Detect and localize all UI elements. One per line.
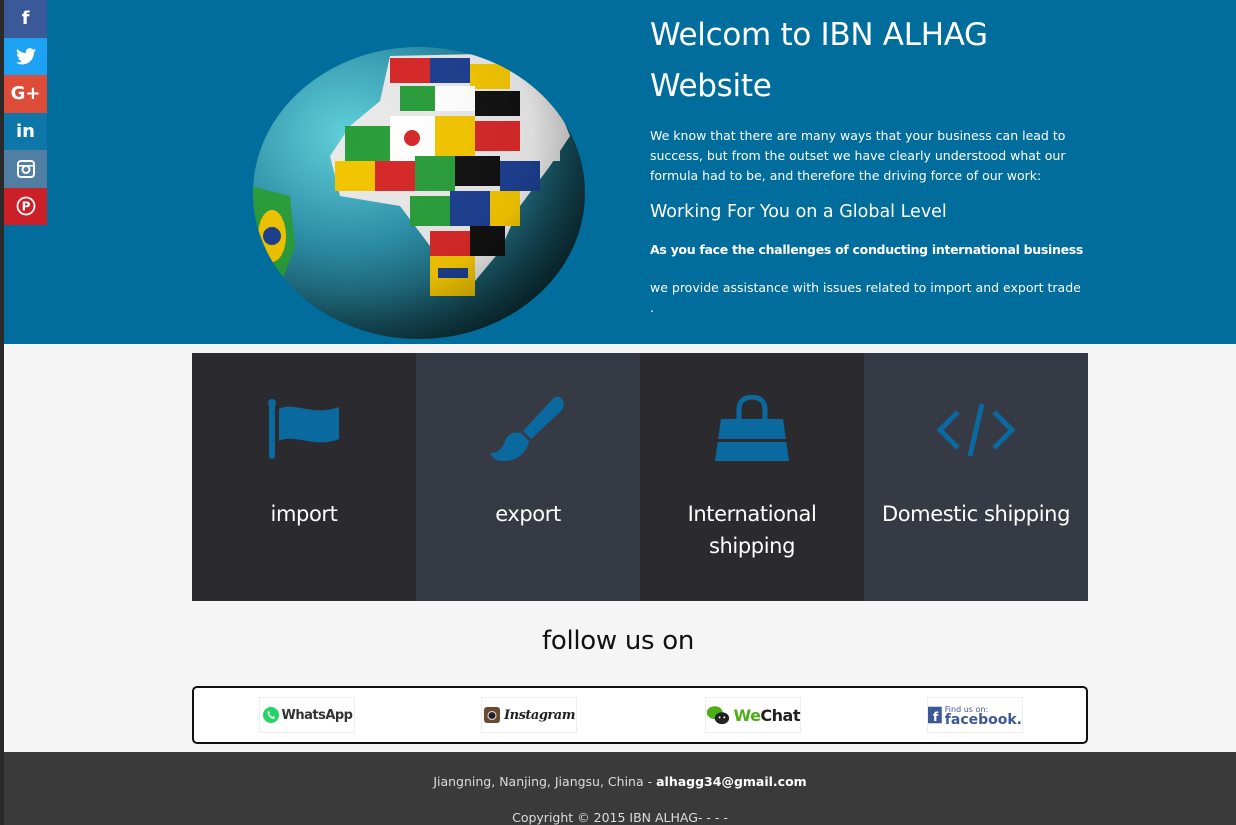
brush-icon — [491, 396, 564, 461]
service-domestic-shipping[interactable]: Domestic shipping — [864, 353, 1088, 601]
footer: Jiangning, Nanjing, Jiangsu, China - alh… — [4, 752, 1236, 825]
twitter-share-button[interactable] — [4, 37, 47, 75]
whatsapp-link[interactable]: WhatsApp — [260, 698, 354, 732]
google-plus-icon: G+ — [10, 83, 41, 105]
hero-intro: We know that there are many ways that yo… — [650, 128, 1066, 183]
footer-address: Jiangning, Nanjing, Jiangsu, China - alh… — [433, 774, 807, 789]
footer-email-link[interactable]: alhagg34@gmail.com — [656, 774, 807, 789]
svg-text:P: P — [21, 200, 30, 214]
code-icon — [936, 403, 1016, 457]
service-label: International shipping — [687, 502, 817, 558]
hero-title: Welcom to IBN ALHAG Website — [650, 17, 988, 104]
linkedin-icon: in — [16, 120, 35, 142]
linkedin-share-button[interactable]: in — [4, 112, 47, 150]
facebook-link[interactable]: f Find us on: facebook. — [928, 698, 1022, 732]
pinterest-share-button[interactable]: P — [4, 187, 47, 225]
instagram-icon — [484, 707, 501, 723]
social-sidebar: f G+ in P — [4, 0, 47, 225]
pinterest-icon: P — [16, 196, 35, 216]
facebook-icon: f — [928, 706, 942, 724]
facebook-icon: f — [21, 8, 30, 30]
services-grid: import export International shipping Dom… — [192, 353, 1088, 601]
twitter-icon — [15, 47, 36, 65]
instagram-link[interactable]: Instagram — [482, 698, 576, 732]
facebook-share-button[interactable]: f — [4, 0, 47, 38]
service-label: Domestic shipping — [881, 502, 1071, 526]
svg-text:f: f — [933, 709, 939, 724]
whatsapp-label: WhatsApp — [281, 707, 354, 723]
footer-copyright: Copyright © 2015 IBN ALHAG- - - - — [512, 810, 728, 825]
hero-small-line: we provide assistance with issues relate… — [650, 280, 1081, 315]
flag-icon — [268, 399, 339, 459]
hero-bold-line: As you face the challenges of conducting… — [650, 242, 1084, 257]
hero-text: Welcom to IBN ALHAG Website We know that… — [650, 10, 1090, 318]
wechat-icon — [706, 706, 730, 725]
service-international-shipping[interactable]: International shipping — [640, 353, 864, 601]
follow-heading: follow us on — [541, 626, 695, 656]
instagram-icon — [16, 159, 35, 178]
instagram-share-button[interactable] — [4, 150, 47, 188]
left-border — [0, 0, 4, 825]
instagram-label: Instagram — [504, 707, 575, 723]
follow-links-bar: WhatsApp Instagram WeChat f Find us on: … — [192, 686, 1088, 744]
wechat-link[interactable]: WeChat — [706, 698, 800, 732]
service-export[interactable]: export — [416, 353, 640, 601]
whatsapp-icon — [262, 707, 279, 723]
service-import[interactable]: import — [192, 353, 416, 601]
hero-subtitle: Working For You on a Global Level — [650, 202, 947, 222]
google-plus-share-button[interactable]: G+ — [4, 75, 47, 113]
hero-banner: Welcom to IBN ALHAG Website We know that… — [4, 0, 1236, 344]
wechat-label: WeChat — [733, 705, 800, 725]
service-label: export — [495, 502, 561, 526]
bag-icon — [715, 395, 789, 461]
globe-image — [253, 47, 585, 339]
facebook-label: Find us on: facebook. — [944, 705, 1022, 728]
service-label: import — [270, 502, 338, 526]
